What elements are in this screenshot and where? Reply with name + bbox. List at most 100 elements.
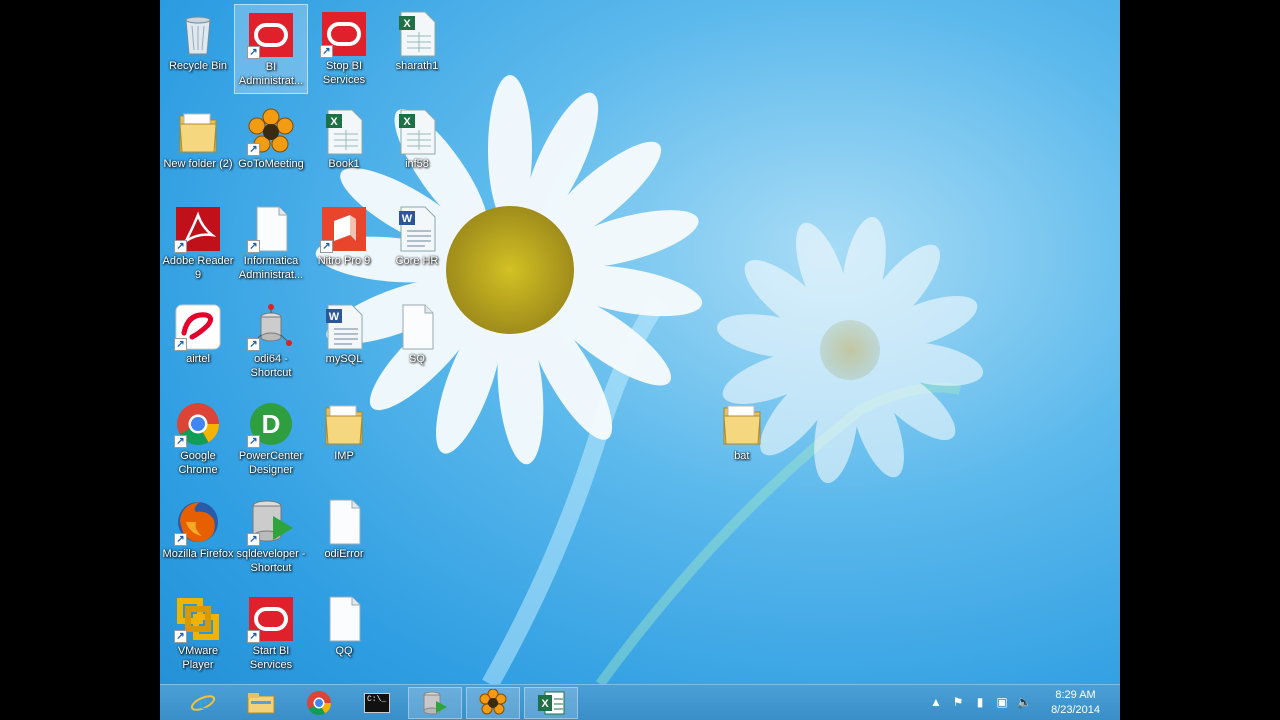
desktop-icon[interactable]: ↗ GoToMeeting (234, 102, 308, 192)
blank-file-icon (320, 595, 368, 643)
desktop-icon[interactable]: Xinf58 (380, 102, 454, 192)
action-center-flag-icon[interactable]: ⚑ (950, 695, 966, 711)
shortcut-arrow-icon: ↗ (174, 337, 187, 351)
desktop-icon[interactable]: odiError (307, 492, 381, 582)
desktop-icon[interactable]: ↗ Nitro Pro 9 (307, 199, 381, 289)
svg-text:X: X (403, 116, 411, 128)
desktop-icon[interactable]: D ↗ PowerCenter Designer (234, 394, 308, 484)
desktop-icon[interactable]: ↗ Adobe Reader 9 (161, 199, 235, 289)
excel-file-icon: X (393, 10, 441, 58)
recycle-bin-icon (174, 10, 222, 58)
desktop-icon[interactable]: ↗ sqldeveloper - Shortcut (234, 492, 308, 582)
desktop-icon-label: Stop BI Services (322, 60, 366, 86)
excel-icon: X (538, 691, 565, 715)
folder-icon (320, 400, 368, 448)
svg-text:D: D (262, 409, 281, 439)
desktop-icon-label: Start BI Services (249, 645, 293, 671)
svg-text:W: W (402, 213, 413, 225)
sqldeveloper-icon: ↗ (247, 498, 295, 546)
desktop-icon[interactable]: Recycle Bin (161, 4, 235, 94)
taskbar-command-prompt[interactable]: C:\_ (350, 687, 404, 719)
gotomeeting-icon (479, 689, 507, 715)
desktop-icon-label: odi64 - Shortcut (250, 352, 292, 379)
chrome-icon (307, 691, 331, 716)
power-icon[interactable]: ▮ (972, 695, 988, 711)
oracle-icon: ↗ (247, 11, 295, 59)
shortcut-arrow-icon: ↗ (247, 337, 260, 351)
desktop-icon-label: Core HR (395, 255, 439, 267)
blank-file-icon: ↗ (247, 205, 295, 253)
oracle-icon: ↗ (247, 595, 295, 643)
shortcut-arrow-icon: ↗ (247, 240, 260, 253)
desktop-icon[interactable]: ↗ Google Chrome (161, 394, 235, 484)
sqldeveloper-icon (423, 691, 447, 715)
desktop-icon[interactable]: Xsharath1 (380, 4, 454, 94)
desktop-icon[interactable]: bat (705, 394, 779, 484)
desktop-icon[interactable]: ↗ Stop BI Services (307, 4, 381, 94)
desktop-icon[interactable]: ↗ odi64 - Shortcut (234, 297, 308, 387)
volume-icon[interactable]: 🔈 (1016, 695, 1032, 711)
vmware-icon: ↗ (174, 595, 222, 643)
desktop-icon-label: PowerCenter Designer (238, 450, 304, 476)
internet-explorer-icon: e (190, 692, 216, 714)
desktop-icon[interactable]: QQ (307, 589, 381, 679)
desktop-icon[interactable]: IMP (307, 394, 381, 484)
desktop-icon-label: BI Administrat... (238, 61, 304, 87)
show-hidden-icons-button[interactable]: ▲ (928, 695, 944, 711)
blank-file-icon (320, 498, 368, 546)
desktop-icon[interactable]: ↗ Mozilla Firefox (161, 492, 235, 582)
folder-icon (174, 108, 222, 156)
shortcut-arrow-icon: ↗ (247, 532, 260, 546)
taskbar-clock[interactable]: 8:29 AM 8/23/2014 (1051, 688, 1100, 718)
taskbar-internet-explorer[interactable]: e (176, 687, 230, 719)
desktop-icon-label: Book1 (328, 157, 360, 170)
adobe-reader-icon: ↗ (174, 205, 222, 253)
shortcut-arrow-icon: ↗ (247, 435, 260, 448)
desktop-icon-label: bat (734, 450, 750, 462)
desktop-icon[interactable]: ↗ BI Administrat... (234, 4, 308, 94)
desktop-icon-label: Mozilla Firefox (162, 547, 234, 560)
shortcut-arrow-icon: ↗ (174, 630, 187, 643)
blank-file-icon (393, 303, 441, 351)
desktop-icon[interactable]: WmySQL (307, 297, 381, 387)
clock-time: 8:29 AM (1055, 689, 1096, 701)
svg-text:W: W (329, 311, 340, 323)
desktop-icon[interactable]: X Book1 (307, 102, 381, 192)
taskbar-gotomeeting[interactable] (466, 687, 520, 719)
desktop-icon-label: Adobe Reader 9 (162, 255, 234, 281)
desktop-icon[interactable]: ↗ VMware Player (161, 589, 235, 679)
desktop-icon-label: Informatica Administrat... (238, 255, 304, 281)
desktop-icon-label: VMware Player (177, 645, 219, 671)
desktop-icon[interactable]: ↗ Informatica Administrat... (234, 199, 308, 289)
desktop-icon-label: inf58 (405, 157, 429, 170)
excel-file-icon: X (320, 108, 368, 156)
shortcut-arrow-icon: ↗ (320, 240, 333, 253)
shortcut-arrow-icon: ↗ (247, 630, 260, 643)
taskbar-chrome[interactable] (292, 687, 346, 719)
desktop-icon-label: sharath1 (395, 60, 439, 72)
svg-text:X: X (330, 116, 338, 128)
desktop-icon[interactable]: New folder (2) (161, 102, 235, 192)
gotomeeting-icon: ↗ (247, 108, 295, 156)
svg-text:e: e (199, 692, 208, 714)
network-icon[interactable]: ▣ (994, 695, 1010, 711)
desktop-icon-label: sqldeveloper - Shortcut (236, 547, 306, 574)
taskbar-file-explorer[interactable] (234, 687, 288, 719)
taskbar-sqldeveloper[interactable] (408, 687, 462, 719)
desktop-icon-label: QQ (335, 645, 353, 657)
desktop-icon[interactable]: SQ (380, 297, 454, 387)
taskbar-excel[interactable]: X (524, 687, 578, 719)
shortcut-arrow-icon: ↗ (320, 45, 333, 58)
desktop-icon[interactable]: ↗ Start BI Services (234, 589, 308, 679)
word-file-icon: W (320, 303, 368, 351)
word-file-icon: W (393, 205, 441, 253)
shortcut-arrow-icon: ↗ (247, 142, 260, 156)
desktop-icon[interactable]: W Core HR (380, 199, 454, 289)
shortcut-arrow-icon: ↗ (174, 240, 187, 253)
shortcut-arrow-icon: ↗ (174, 532, 187, 546)
airtel-icon: ↗ (174, 303, 222, 351)
desktop-icon-label: Nitro Pro 9 (317, 255, 371, 267)
taskbar: e C:\_ X ▲ ⚑ ▮ ▣ 🔈 8:29 AM 8/23/2014 (160, 684, 1120, 720)
odi-icon: ↗ (247, 303, 295, 351)
desktop-icon[interactable]: ↗ airtel (161, 297, 235, 387)
